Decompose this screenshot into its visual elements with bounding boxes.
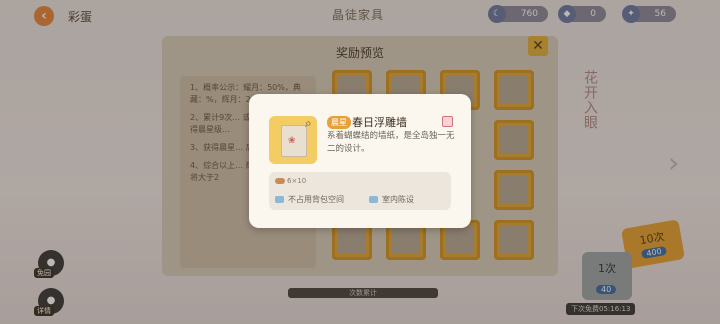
item-name: 春日浮雕墙 — [352, 116, 407, 129]
item-detail-popup: ❀ ⌕ 晨星 春日浮雕墙 系着蝴蝶结的墙纸，是全岛独一无二的设计。 6×10 不… — [249, 94, 471, 228]
item-properties: 6×10 不占用背包空间 室内陈设 — [269, 172, 451, 210]
property-indoor-decor: 室内陈设 — [369, 194, 414, 205]
magnify-icon[interactable]: ⌕ — [305, 116, 312, 131]
tag-icon — [442, 116, 453, 127]
item-description: 系着蝴蝶结的墙纸，是全岛独一无二的设计。 — [327, 131, 455, 154]
rarity-badge: 晨星 — [327, 116, 351, 129]
item-quantity: 6×10 — [275, 177, 306, 185]
wallpaper-icon: ❀ — [288, 136, 296, 146]
house-icon — [369, 196, 378, 203]
bag-icon — [275, 196, 284, 203]
property-no-bag-space: 不占用背包空间 — [275, 194, 344, 205]
quantity-icon — [275, 178, 285, 184]
